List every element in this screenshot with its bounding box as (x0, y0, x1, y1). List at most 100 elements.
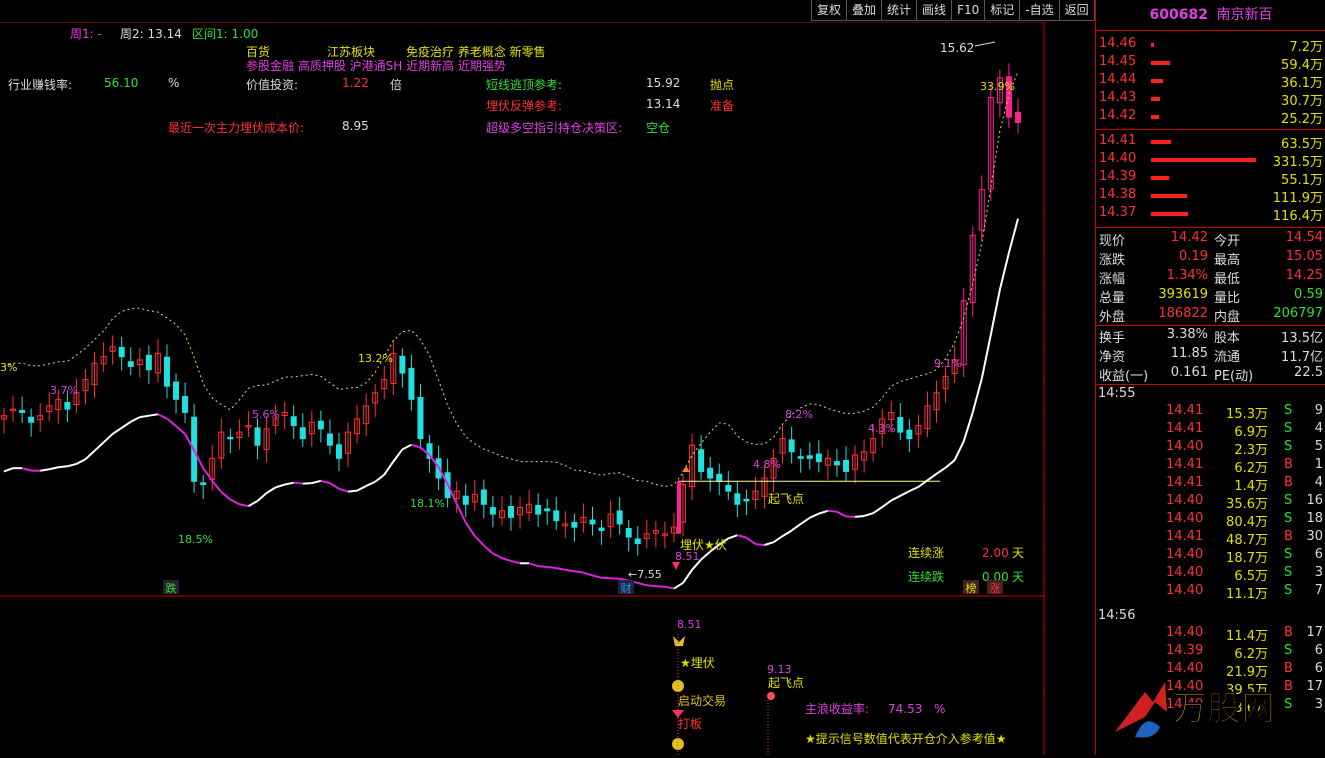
book-price: 14.46 (1099, 36, 1136, 51)
stat-value: 186822 (1158, 306, 1208, 321)
toolbar-button-4[interactable]: F10 (951, 0, 985, 21)
support-line-segment (312, 481, 321, 483)
badge-3: 涨 (990, 582, 1001, 595)
bid-row[interactable]: 14.3955.1万 (1096, 169, 1325, 187)
book-volume-bar (1151, 43, 1154, 47)
stock-title: 600682 南京新百 (1096, 0, 1325, 31)
book-volume: 55.1万 (1281, 169, 1323, 188)
trade-volume: 48.7万 (1226, 529, 1268, 548)
book-volume: 7.2万 (1289, 36, 1323, 55)
candle-body (834, 462, 839, 465)
trade-time-1: 14:55 (1096, 385, 1325, 403)
candle-body (843, 460, 848, 471)
bid-row[interactable]: 14.4163.5万 (1096, 133, 1325, 151)
ask-row[interactable]: 14.4559.4万 (1096, 54, 1325, 72)
support-line-segment (203, 468, 212, 481)
support-line-segment (683, 570, 692, 583)
toolbar-button-7[interactable]: 返回 (1059, 0, 1095, 21)
book-volume-bar (1151, 97, 1160, 101)
stat-label: 最低 (1214, 268, 1240, 287)
toolbar-button-3[interactable]: 画线 (916, 0, 952, 21)
trade-side: S (1284, 643, 1292, 658)
support-line-segment (592, 575, 601, 577)
trade-count: 3 (1315, 697, 1323, 712)
stock-name: 南京新百 (1216, 7, 1272, 23)
book-price: 14.43 (1099, 90, 1136, 105)
support-line-segment (140, 416, 149, 417)
support-line-segment (67, 464, 76, 466)
trade-volume: 6.2万 (1234, 643, 1268, 662)
stat-value: 15.05 (1286, 249, 1323, 264)
lower-takeoff-label: 起飞点 (768, 676, 804, 690)
percent-label: 4.3% (868, 422, 896, 435)
trade-volume: 11.1万 (1226, 583, 1268, 602)
support-line-segment (221, 492, 230, 499)
support-line-segment (40, 469, 49, 471)
candle-body (554, 511, 559, 521)
bid-row[interactable]: 14.38111.9万 (1096, 187, 1325, 205)
candle-body (300, 428, 305, 439)
short-signal: 抛点 (710, 76, 734, 93)
support-line-segment (276, 485, 285, 488)
trade-row: 14.4035.6万S16 (1096, 493, 1325, 511)
toolbar-button-0[interactable]: 复权 (811, 0, 847, 21)
support-line-segment (348, 491, 357, 492)
support-line-segment (701, 552, 710, 560)
ask-row[interactable]: 14.4330.7万 (1096, 90, 1325, 108)
trade-volume: 6.9万 (1234, 421, 1268, 440)
super-label: 超级多空指引持仓决策区: (486, 119, 622, 136)
stock-code: 600682 (1150, 7, 1208, 23)
bid-row[interactable]: 14.40331.5万 (1096, 151, 1325, 169)
support-line-segment (95, 442, 104, 450)
trade-volume: 80.4万 (1226, 511, 1268, 530)
trade-volume: 1.4万 (1234, 475, 1268, 494)
stat-value: 13.5亿 (1281, 327, 1323, 346)
consecutive-down-label: 连续跌 (908, 569, 944, 584)
book-volume-bar (1151, 61, 1170, 65)
trade-price: 14.41 (1166, 403, 1203, 418)
support-line-segment (801, 518, 810, 524)
candle-body (490, 508, 495, 514)
trade-count: 1 (1315, 457, 1323, 472)
support-line-segment (783, 530, 792, 536)
toolbar-button-5[interactable]: 标记 (984, 0, 1020, 21)
candle-body (635, 539, 640, 544)
trade-price: 14.41 (1166, 475, 1203, 490)
ask-row[interactable]: 14.4436.1万 (1096, 72, 1325, 90)
stat-row: 收益(一)0.161PE(动)22.5 (1096, 365, 1325, 384)
support-line-segment (484, 545, 493, 553)
support-line-segment (529, 563, 538, 566)
stat-value: 14.25 (1286, 268, 1323, 283)
toolbar-button-6[interactable]: -自选 (1019, 0, 1059, 21)
book-volume: 63.5万 (1281, 133, 1323, 152)
percent-label: 3.7% (50, 384, 78, 397)
support-line-segment (556, 568, 565, 570)
support-line-segment (574, 571, 583, 572)
consecutive-up-unit: 天 (1012, 546, 1024, 560)
ask-row[interactable]: 14.46 7.2万 (1096, 36, 1325, 54)
toolbar-button-1[interactable]: 叠加 (846, 0, 882, 21)
stat-label: 内盘 (1214, 306, 1240, 325)
week2-label: 周2: 13.14 (120, 25, 182, 42)
support-line-segment (538, 566, 547, 567)
ask-row[interactable]: 14.4225.2万 (1096, 108, 1325, 126)
profit-label: 主浪收益率: (805, 701, 869, 716)
trade-row: 14.4115.3万S9 (1096, 403, 1325, 421)
stat-value: 11.85 (1171, 346, 1208, 361)
candle-body (907, 430, 912, 438)
support-line-segment (4, 468, 13, 471)
stat-label: 换手 (1099, 327, 1125, 346)
trade-side: B (1284, 457, 1293, 472)
toolbar-button-2[interactable]: 统计 (881, 0, 917, 21)
peak-price-label: 15.62 (940, 41, 974, 55)
trade-side: S (1284, 439, 1292, 454)
support-line-segment (122, 422, 131, 428)
industry-label: 行业赚钱率: (8, 76, 72, 93)
support-line-segment (937, 468, 946, 474)
lower-ambush-label: ★埋伏 (680, 656, 715, 670)
candle-body (400, 356, 405, 373)
trade-side: B (1284, 529, 1293, 544)
bid-row[interactable]: 14.37116.4万 (1096, 205, 1325, 223)
week1-label: 周1: - (70, 25, 102, 42)
candle-body (898, 418, 903, 433)
